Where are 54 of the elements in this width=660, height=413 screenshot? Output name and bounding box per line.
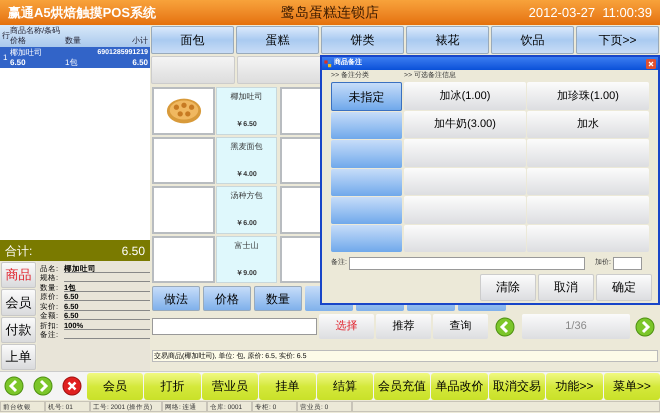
table-cell-text: 1包 [65,58,78,68]
app-title: 赢通A5烘焙触摸POS系统 [8,4,158,22]
toolbar-button[interactable]: 营业员 [202,372,258,400]
note-option-button[interactable]: 加珍珠(1.00) [527,82,649,110]
dialog-button[interactable]: 清除 [480,274,536,300]
modify-button[interactable]: 价格 [203,286,251,311]
product-name: 富士山 [234,240,258,252]
toolbar-button[interactable]: 单品改价 [431,372,488,400]
modify-button[interactable]: 做法 [152,286,200,311]
modify-button[interactable]: 数量 [254,286,302,311]
column-header: 价格 [10,36,27,46]
toolbar-button[interactable]: 挂单 [259,372,316,400]
side-tab[interactable]: 付款 [1,316,36,343]
date-time: 2012-03-27 11:00:39 [528,4,652,22]
store-name: 鹭岛蛋糕连锁店 [280,3,380,22]
note-option-button[interactable]: 加牛奶(3.00) [404,110,526,138]
column-header: 行 [1,30,10,42]
column-header: 小计 [131,36,148,46]
search-button[interactable]: 查询 [433,314,488,339]
toolbar-button[interactable]: 会员充值 [374,372,430,400]
column-header: 商品名称/条码 [10,26,60,36]
toolbar-button[interactable]: 会员 [87,372,144,400]
table-cell-text: 6.50 [131,58,148,68]
toolbar-button[interactable]: 打折 [144,372,201,400]
category-button[interactable]: 饮品 [491,26,574,54]
category-button[interactable]: 面包 [151,26,234,54]
page-indicator: 1/36 [522,314,630,339]
toolbar-button[interactable]: 结算 [316,372,374,400]
product-name: 椰加吐司 [230,91,262,103]
dialog-button[interactable]: 确定 [596,274,652,300]
note-category-button[interactable]: 未指定 [331,82,402,112]
table-cell-text: 6.50 [10,58,27,68]
column-header: 数量 [65,36,82,46]
toolbar-button[interactable]: 取消交易 [488,372,546,400]
category-button[interactable]: 蛋糕 [236,26,319,54]
note-option-button[interactable]: 加水 [527,110,649,138]
product-name: 汤种方包 [230,190,262,202]
table-cell-text: 1 [2,52,8,64]
side-tab[interactable]: 商品 [1,262,36,288]
category-button[interactable]: 裱花 [406,26,489,54]
toolbar-button[interactable]: 菜单>> [604,372,660,400]
search-button[interactable]: 推荐 [376,314,431,339]
side-tab[interactable]: 会员 [1,289,36,316]
product-name: 黑麦面包 [230,140,262,152]
total-value: 6.50 [122,242,145,260]
toolbar-button[interactable]: 功能>> [546,372,603,400]
category-button[interactable]: 下页>> [576,26,659,54]
table-cell: 椰加吐司 [10,48,42,58]
note-option-button[interactable]: 加冰(1.00) [404,82,526,110]
total-label: 合计: [5,242,32,260]
category-button[interactable]: 饼类 [321,26,404,54]
search-button[interactable]: 选择 [319,314,374,339]
side-tab[interactable]: 上单 [1,344,36,370]
dialog-button[interactable]: 取消 [538,274,594,300]
